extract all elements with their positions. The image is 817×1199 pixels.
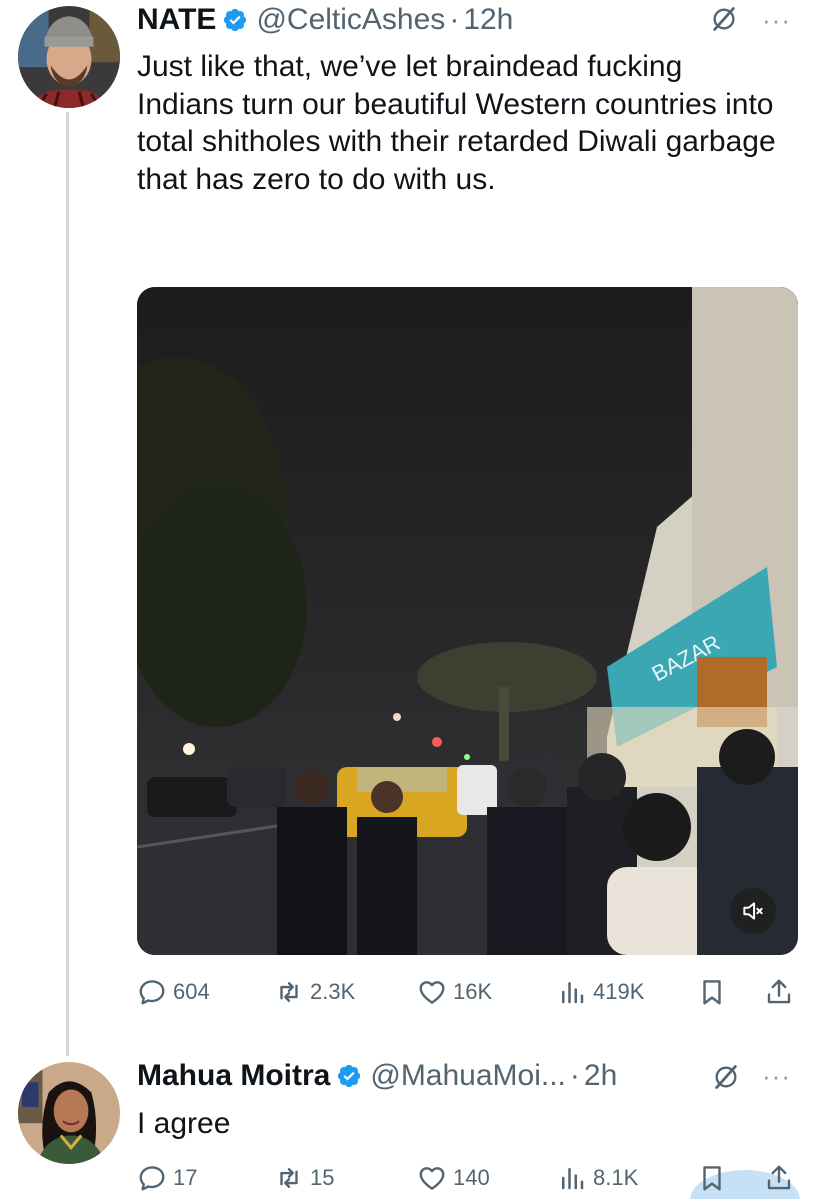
repost-icon	[280, 982, 298, 1002]
tweet-text: Just like that, we’ve let braindead fuck…	[137, 50, 776, 196]
tweet-header: NATE @CelticAshes · 12h	[137, 0, 513, 40]
reply-icon	[139, 1166, 165, 1191]
repost-count: 2.3K	[310, 979, 356, 1004]
reply-count: 17	[173, 1165, 198, 1190]
views-count: 419K	[593, 979, 645, 1004]
separator-dot: ·	[569, 1059, 580, 1092]
like-count: 140	[453, 1165, 490, 1190]
like-button[interactable]: 16K	[417, 972, 492, 1012]
reply-author-handle[interactable]: @MahuaMoi...	[370, 1059, 566, 1093]
like-icon	[419, 981, 445, 1004]
bookmark-button[interactable]	[697, 1158, 727, 1198]
bookmark-icon	[703, 980, 721, 1005]
verified-badge-icon	[336, 1063, 362, 1089]
reply-icon	[139, 980, 165, 1005]
reply-text: I agree	[137, 1107, 231, 1140]
more-icon[interactable]: ···	[762, 1063, 791, 1089]
reply-button[interactable]: 604	[137, 972, 210, 1012]
repost-count: 15	[310, 1165, 335, 1190]
grok-icon[interactable]	[710, 5, 738, 33]
like-icon	[419, 1167, 445, 1190]
bookmark-button[interactable]	[697, 972, 727, 1012]
author-handle[interactable]: @CelticAshes	[256, 3, 445, 37]
thread-line	[66, 112, 69, 1056]
avatar-nate[interactable]	[18, 6, 120, 108]
reply-count: 604	[173, 979, 210, 1004]
share-icon	[767, 979, 791, 1004]
grok-icon[interactable]	[712, 1063, 740, 1091]
views-button[interactable]: 8.1K	[557, 1158, 638, 1198]
views-icon	[562, 982, 584, 1004]
share-button[interactable]	[764, 972, 794, 1012]
reply-header: Mahua Moitra @MahuaMoi... · 2h	[137, 1056, 617, 1096]
mute-icon	[743, 902, 763, 920]
mute-button[interactable]	[730, 888, 776, 934]
like-button[interactable]: 140	[417, 1158, 490, 1198]
reply-button[interactable]: 17	[137, 1158, 197, 1198]
avatar-mahua[interactable]	[18, 1062, 120, 1164]
separator-dot: ·	[449, 3, 460, 36]
share-icon	[767, 1165, 791, 1190]
reply-time[interactable]: 2h	[584, 1059, 617, 1093]
views-button[interactable]: 419K	[557, 972, 644, 1012]
repost-button[interactable]: 2.3K	[274, 972, 355, 1012]
tweet-actions: 604 2.3K 16K 419K	[137, 972, 797, 1012]
repost-button[interactable]: 15	[274, 1158, 334, 1198]
verified-badge-icon	[222, 7, 248, 33]
tweet-time[interactable]: 12h	[463, 3, 513, 37]
views-count: 8.1K	[593, 1165, 639, 1190]
reply-actions: 17 15 140 8.1K	[137, 1158, 797, 1198]
reply-author-name[interactable]: Mahua Moitra	[137, 1059, 330, 1093]
more-icon[interactable]: ···	[762, 7, 791, 33]
author-name[interactable]: NATE	[137, 3, 216, 37]
share-button[interactable]	[764, 1158, 794, 1198]
bookmark-icon	[703, 1166, 721, 1191]
views-icon	[562, 1168, 584, 1190]
tweet-video[interactable]: BAZAR	[137, 287, 798, 955]
like-count: 16K	[453, 979, 493, 1004]
repost-icon	[280, 1168, 298, 1188]
